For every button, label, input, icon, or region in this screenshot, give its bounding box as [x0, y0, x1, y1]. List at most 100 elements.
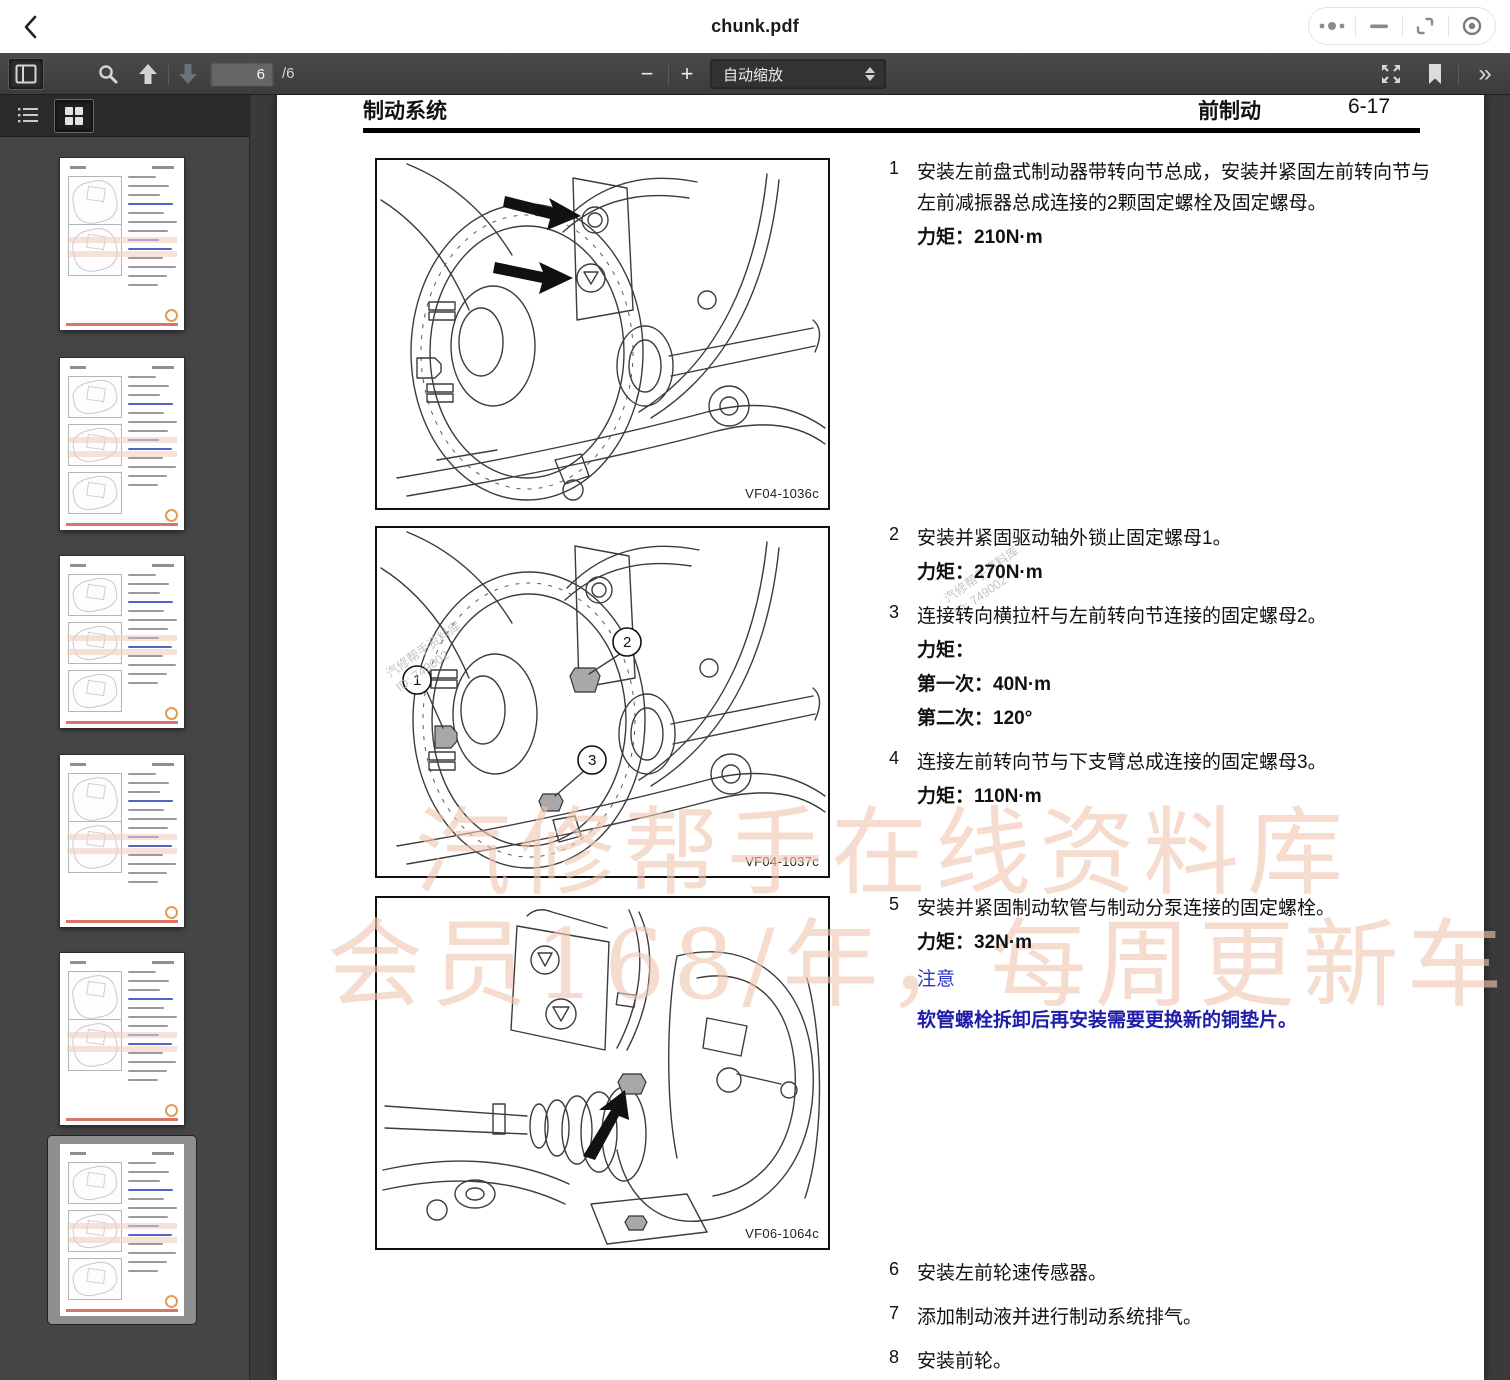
stamp-icon: [165, 1104, 178, 1117]
header-rule: [363, 128, 1420, 133]
zoom-out-button[interactable]: −: [632, 58, 662, 90]
divider: [1458, 63, 1459, 85]
step-line: 安装左前轮速传感器。: [917, 1258, 1437, 1289]
stamp-icon: [165, 906, 178, 919]
step-item: 6安装左前轮速传感器。: [889, 1258, 1449, 1289]
stamp-icon: [165, 309, 178, 322]
previous-page-button[interactable]: [132, 58, 164, 90]
bookmark-button[interactable]: [1420, 58, 1450, 90]
step-group: 1安装左前盘式制动器带转向节总成，安装并紧固左前转向节与左前减振器总成连接的2颗…: [889, 157, 1449, 266]
thumbnail-preview: [60, 358, 184, 530]
window-controls: [1308, 7, 1496, 45]
step-item: 3连接转向横拉杆与左前转向节连接的固定螺母2。力矩：第一次：40N·m第二次：1…: [889, 601, 1449, 734]
step-line: 连接转向横拉杆与左前转向节连接的固定螺母2。: [917, 601, 1437, 632]
svg-text:1: 1: [413, 672, 421, 689]
step-text-block: 安装前轮。: [917, 1346, 1437, 1377]
next-page-button[interactable]: [172, 58, 204, 90]
step-line: 力矩：110N·m: [917, 781, 1437, 812]
thumbnail-preview: [60, 953, 184, 1125]
step-line: 软管螺栓拆卸后再安装需要更换新的铜垫片。: [917, 1005, 1437, 1036]
step-text-block: 安装左前盘式制动器带转向节总成，安装并紧固左前转向节与左前减振器总成连接的2颗固…: [917, 157, 1437, 253]
figure-brake-hose-banjo-bolt: VF06-1064c: [375, 896, 830, 1250]
outline-view-button[interactable]: [8, 99, 48, 133]
thumbnail-page-5[interactable]: [60, 953, 184, 1125]
stamp-icon: [165, 707, 178, 720]
page-number-input[interactable]: [210, 61, 274, 87]
pdf-toolbar: /6 − + 自动缩放 »: [0, 53, 1510, 95]
step-number: 7: [889, 1302, 917, 1333]
step-text-block: 安装并紧固制动软管与制动分泵连接的固定螺栓。力矩：32N·m注意软管螺栓拆卸后再…: [917, 893, 1437, 1036]
step-line: 力矩：210N·m: [917, 222, 1437, 253]
restore-icon[interactable]: [1403, 8, 1449, 44]
zoom-level-label: 自动缩放: [711, 64, 865, 85]
thumbnail-page-3[interactable]: [60, 556, 184, 728]
step-item: 2安装并紧固驱动轴外锁止固定螺母1。力矩：270N·m: [889, 523, 1449, 588]
step-number: 5: [889, 893, 917, 1036]
step-line: 安装并紧固制动软管与制动分泵连接的固定螺栓。: [917, 893, 1437, 924]
pdf-viewer-area[interactable]: 制动系统 前制动 6-17 汽修帮手在线资料库 会员168/年，每周更新车型 汽…: [251, 95, 1510, 1380]
step-item: 7添加制动液并进行制动系统排气。: [889, 1302, 1449, 1333]
step-line: 第一次：40N·m: [917, 669, 1437, 700]
step-group: 2安装并紧固驱动轴外锁止固定螺母1。力矩：270N·m3连接转向横拉杆与左前转向…: [889, 523, 1449, 825]
step-item: 4连接左前转向节与下支臂总成连接的固定螺母3。力矩：110N·m: [889, 747, 1449, 812]
step-item: 8安装前轮。: [889, 1346, 1449, 1377]
thumbnail-preview: [60, 158, 184, 330]
step-number: 3: [889, 601, 917, 734]
zoom-in-button[interactable]: +: [672, 58, 702, 90]
thumbnail-page-4[interactable]: [60, 755, 184, 927]
step-number: 2: [889, 523, 917, 588]
sidebar-header: [0, 95, 249, 137]
figure-label: VF04-1037c: [745, 854, 819, 869]
step-line: 力矩：270N·m: [917, 557, 1437, 588]
divider: [168, 63, 169, 85]
figure-label: VF06-1064c: [745, 1226, 819, 1241]
step-number: 6: [889, 1258, 917, 1289]
doc-page-number: 6-17: [1348, 95, 1390, 119]
presentation-mode-button[interactable]: [1374, 58, 1408, 90]
pdf-page: 制动系统 前制动 6-17 汽修帮手在线资料库 会员168/年，每周更新车型 汽…: [277, 95, 1484, 1380]
svg-text:2: 2: [623, 634, 631, 651]
target-icon[interactable]: [1449, 8, 1495, 44]
step-item: 1安装左前盘式制动器带转向节总成，安装并紧固左前转向节与左前减振器总成连接的2颗…: [889, 157, 1449, 253]
step-line: 安装左前盘式制动器带转向节总成，安装并紧固左前转向节与左前减振器总成连接的2颗固…: [917, 157, 1437, 219]
document-title: chunk.pdf: [0, 16, 1510, 37]
step-number: 1: [889, 157, 917, 253]
thumbnail-page-6[interactable]: [48, 1136, 196, 1324]
step-text-block: 连接左前转向节与下支臂总成连接的固定螺母3。力矩：110N·m: [917, 747, 1437, 812]
step-line: 连接左前转向节与下支臂总成连接的固定螺母3。: [917, 747, 1437, 778]
step-group: 6安装左前轮速传感器。7添加制动液并进行制动系统排气。8安装前轮。: [889, 1258, 1449, 1380]
page-count-label: /6: [282, 65, 295, 82]
step-line: 安装并紧固驱动轴外锁止固定螺母1。: [917, 523, 1437, 554]
step-number: 8: [889, 1346, 917, 1377]
step-line: 第二次：120°: [917, 703, 1437, 734]
thumbnail-sidebar: [0, 95, 250, 1380]
step-line: 安装前轮。: [917, 1346, 1437, 1377]
figure-label: VF04-1036c: [745, 486, 819, 501]
step-text-block: 安装并紧固驱动轴外锁止固定螺母1。力矩：270N·m: [917, 523, 1437, 588]
step-item: 5安装并紧固制动软管与制动分泵连接的固定螺栓。力矩：32N·m注意软管螺栓拆卸后…: [889, 893, 1449, 1036]
figure-knuckle-fastener-callouts: 1 2 3 VF04-1037c: [375, 526, 830, 878]
figure-front-brake-strut-bolts: VF04-1036c: [375, 158, 830, 510]
step-line: 添加制动液并进行制动系统排气。: [917, 1302, 1437, 1333]
zoom-level-select[interactable]: 自动缩放: [710, 59, 886, 89]
select-spinner-icon: [865, 67, 885, 81]
step-text-block: 添加制动液并进行制动系统排气。: [917, 1302, 1437, 1333]
step-text-block: 安装左前轮速传感器。: [917, 1258, 1437, 1289]
thumbnail-view-button[interactable]: [54, 99, 94, 133]
step-number: 4: [889, 747, 917, 812]
minimize-icon[interactable]: [1356, 8, 1402, 44]
thumbnail-preview: [60, 1144, 184, 1316]
thumbnail-preview: [60, 755, 184, 927]
svg-text:3: 3: [588, 752, 596, 769]
browser-titlebar: chunk.pdf: [0, 0, 1510, 53]
sidebar-toggle-button[interactable]: [8, 58, 44, 90]
thumbnail-page-2[interactable]: [60, 358, 184, 530]
more-menu-icon[interactable]: [1309, 8, 1355, 44]
doc-header-section: 制动系统: [363, 95, 447, 125]
step-text-block: 连接转向横拉杆与左前转向节连接的固定螺母2。力矩：第一次：40N·m第二次：12…: [917, 601, 1437, 734]
stamp-icon: [165, 509, 178, 522]
thumbnail-page-1[interactable]: [60, 158, 184, 330]
step-line: 力矩：: [917, 635, 1437, 666]
more-tools-button[interactable]: »: [1468, 58, 1502, 90]
search-button[interactable]: [92, 58, 124, 90]
